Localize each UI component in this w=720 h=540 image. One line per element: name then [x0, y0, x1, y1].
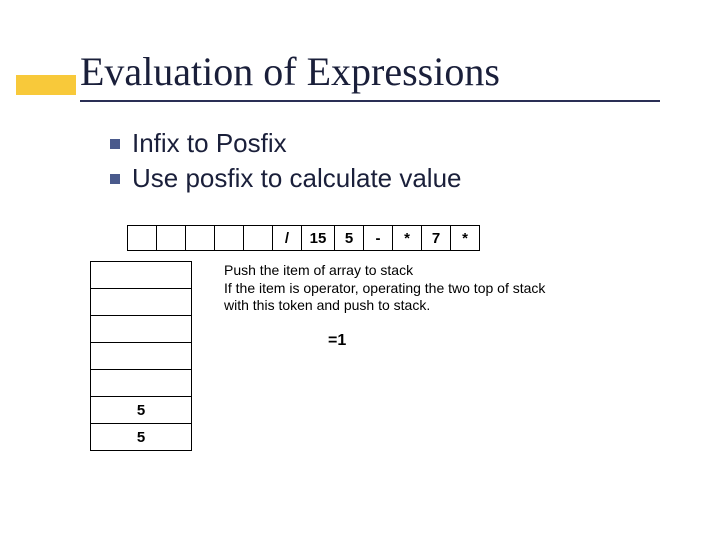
stack-cell: 5	[90, 423, 192, 451]
tape-cell	[214, 225, 244, 251]
stack-cell	[90, 315, 192, 343]
title-accent-bar	[16, 75, 76, 95]
tape-cell	[156, 225, 186, 251]
slide-title: Evaluation of Expressions	[80, 48, 500, 95]
tape-cell: -	[363, 225, 393, 251]
expression-tape: / 15 5 - * 7 *	[128, 225, 480, 251]
tape-cell	[185, 225, 215, 251]
result-value: =1	[328, 332, 346, 350]
bullet-item: Infix to Posfix	[110, 128, 462, 159]
stack-column: 5 5	[90, 262, 192, 451]
bullet-item: Use posfix to calculate value	[110, 163, 462, 194]
tape-cell: 15	[301, 225, 335, 251]
stack-cell	[90, 342, 192, 370]
bullet-text: Infix to Posfix	[132, 128, 287, 159]
square-bullet-icon	[110, 174, 120, 184]
stack-cell	[90, 369, 192, 397]
tape-cell: *	[392, 225, 422, 251]
bullet-list: Infix to Posfix Use posfix to calculate …	[110, 128, 462, 198]
square-bullet-icon	[110, 139, 120, 149]
tape-cell: 5	[334, 225, 364, 251]
tape-cell: *	[450, 225, 480, 251]
explanation-line: If the item is operator, operating the t…	[224, 280, 664, 298]
tape-cell	[243, 225, 273, 251]
stack-cell: 5	[90, 396, 192, 424]
tape-cell: /	[272, 225, 302, 251]
tape-cell	[127, 225, 157, 251]
title-underline	[80, 100, 660, 102]
tape-cell: 7	[421, 225, 451, 251]
stack-cell	[90, 288, 192, 316]
bullet-text: Use posfix to calculate value	[132, 163, 462, 194]
explanation-line: Push the item of array to stack	[224, 262, 664, 280]
explanation-text: Push the item of array to stack If the i…	[224, 262, 664, 315]
explanation-line: with this token and push to stack.	[224, 297, 664, 315]
stack-cell	[90, 261, 192, 289]
